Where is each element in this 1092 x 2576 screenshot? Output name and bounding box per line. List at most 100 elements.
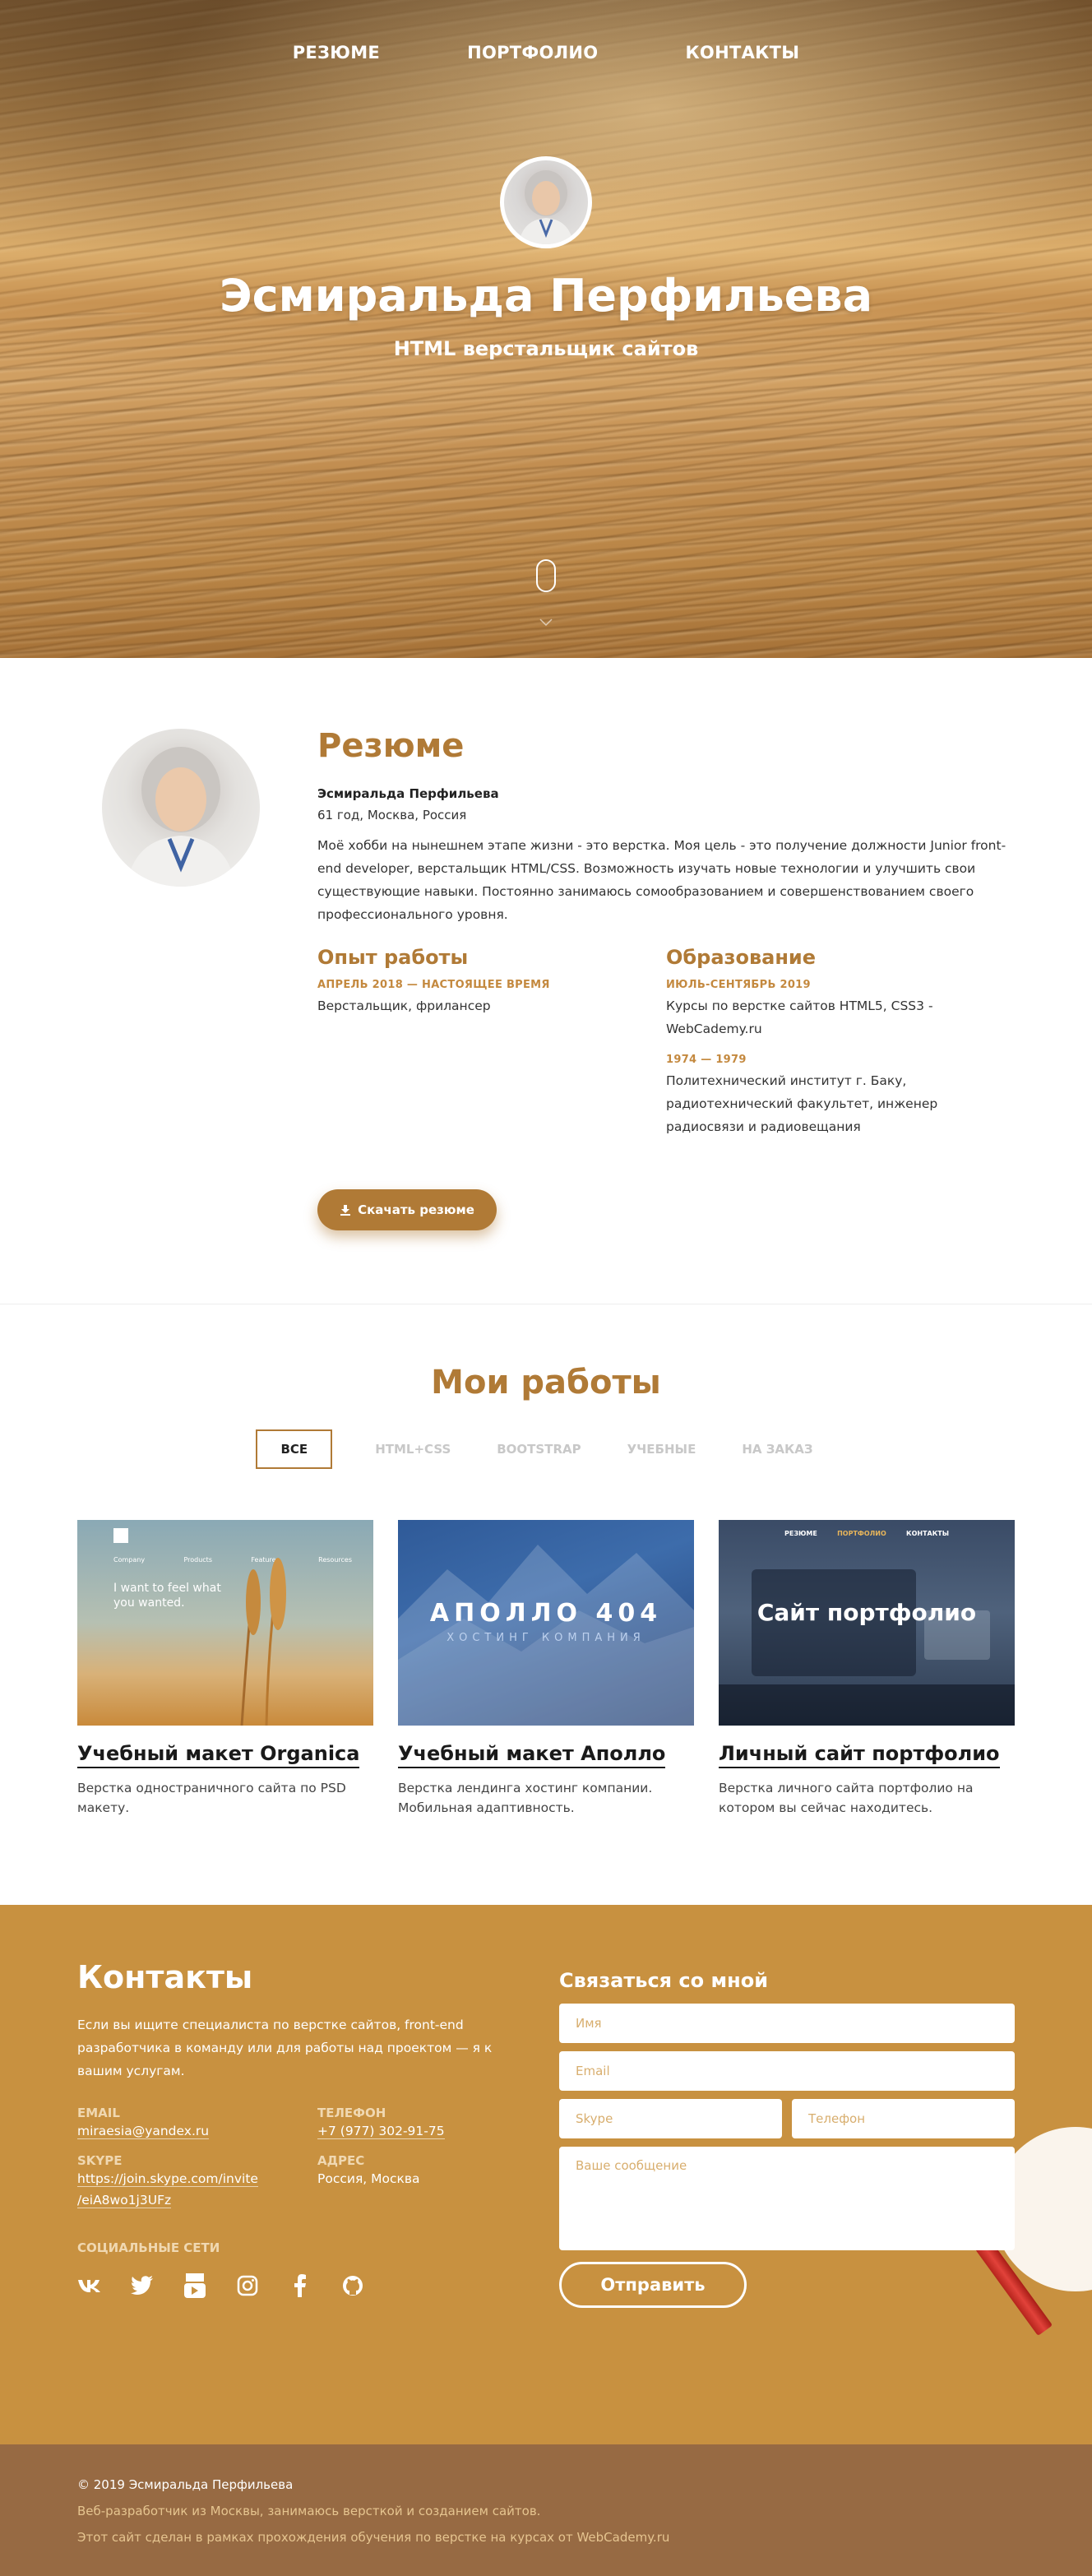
nav-link-resume[interactable]: РЕЗЮМЕ [293,43,380,63]
portfolio-section: Мои работы ВСЕ HTML+CSS BOOTSTRAP УЧЕБНЫ… [0,1304,1092,1905]
resume-section: Резюме Эсмиральда Перфильева 61 год, Мос… [0,658,1092,1304]
contacts-intro: Если вы ищите специалиста по верстке сай… [77,2018,493,2078]
filter-custom[interactable]: НА ЗАКАЗ [719,1429,835,1469]
skype-block: SKYPE https://join.skype.com/invite /eiA… [77,2153,317,2211]
hero-name: Эсмиральда Перфильева [219,270,873,322]
thumb-nav-item: Products [183,1556,212,1564]
form-title: Связаться со мной [559,1969,769,1992]
email-block: EMAIL miraesia@yandex.ru [77,2106,317,2142]
filter-bootstrap[interactable]: BOOTSTRAP [474,1429,604,1469]
social-icons [77,2273,521,2298]
education-text: Политехнический институт г. Баку, радиот… [666,1073,938,1134]
wheat-icon [240,1558,286,1726]
card-thumbnail-organica[interactable]: Company Products Features Resources I wa… [77,1520,373,1726]
contacts-title: Контакты [77,1959,253,1995]
card-title[interactable]: Учебный макет Аполло [398,1742,666,1768]
experience-period: АПРЕЛЬ 2018 — НАСТОЯЩЕЕ ВРЕМЯ [317,979,550,991]
resume-title: Резюме [317,727,465,765]
thumb-subtitle: ХОСТИНГ КОМПАНИЯ [447,1632,645,1644]
resume-photo [102,729,260,887]
portfolio-card[interactable]: РЕЗЮМЕ ПОРТФОЛИО КОНТАКТЫ Сайт портфолио… [719,1520,1015,1818]
github-icon[interactable] [340,2273,365,2298]
download-icon [340,1205,351,1216]
portfolio-filters: ВСЕ HTML+CSS BOOTSTRAP УЧЕБНЫЕ НА ЗАКАЗ [0,1429,1092,1469]
card-title[interactable]: Учебный макет Organica [77,1742,360,1768]
resume-meta: 61 год, Москва, Россия [317,808,467,822]
education-period: ИЮЛЬ-СЕНТЯБРЬ 2019 [666,979,811,991]
submit-button[interactable]: Отправить [559,2262,747,2308]
youtube-icon[interactable] [183,2273,207,2298]
contact-form: Связаться со мной Отправить [559,1969,1015,2308]
contacts-section: Контакты Если вы ищите специалиста по ве… [0,1905,1092,2444]
form-row [559,2091,1015,2138]
card-description: Верстка личного сайта портфолио на котор… [719,1781,974,1815]
thumb-title: Сайт портфолио [757,1599,977,1626]
thumb-nav-item: Company [113,1556,146,1564]
resume-columns: Опыт работы АПРЕЛЬ 2018 — НАСТОЯЩЕЕ ВРЕМ… [317,946,1015,1151]
logo-icon [113,1528,128,1543]
email-input[interactable] [559,2051,1015,2091]
skype-link[interactable]: /eiA8wo1j3UFz [77,2193,172,2208]
download-resume-label: Скачать резюме [358,1202,474,1217]
contacts-info: Контакты Если вы ищите специалиста по ве… [77,1959,521,2298]
education-title: Образование [666,946,817,969]
contacts-grid: EMAIL miraesia@yandex.ru ТЕЛЕФОН +7 (977… [77,2106,521,2211]
address-label: АДРЕС [317,2153,365,2168]
portfolio-card[interactable]: АПОЛЛО 404 ХОСТИНГ КОМПАНИЯ Учебный маке… [398,1520,694,1818]
social-label: СОЦИАЛЬНЫЕ СЕТИ [77,2240,220,2255]
phone-block: ТЕЛЕФОН +7 (977) 302-91-75 [317,2106,515,2142]
skype-link[interactable]: https://join.skype.com/invite [77,2171,258,2187]
name-input[interactable] [559,2004,1015,2043]
resume-name: Эсмиральда Перфильева [317,786,499,801]
email-label: EMAIL [77,2106,120,2120]
card-title[interactable]: Личный сайт портфолио [719,1742,1000,1768]
portfolio-card[interactable]: Company Products Features Resources I wa… [77,1520,373,1818]
card-thumbnail-apollo[interactable]: АПОЛЛО 404 ХОСТИНГ КОМПАНИЯ [398,1520,694,1726]
phone-label: ТЕЛЕФОН [317,2106,386,2120]
email-link[interactable]: miraesia@yandex.ru [77,2124,210,2139]
education-text: Курсы по верстке сайтов HTML5, CSS3 - We… [666,998,933,1036]
address-block: АДРЕС Россия, Москва [317,2153,515,2211]
instagram-icon[interactable] [235,2273,260,2298]
main-nav: РЕЗЮМЕ ПОРТФОЛИО КОНТАКТЫ [0,43,1092,63]
skype-input[interactable] [559,2099,782,2138]
download-resume-button[interactable]: Скачать резюме [317,1189,497,1230]
facebook-icon[interactable] [288,2273,312,2298]
experience-title: Опыт работы [317,946,469,969]
phone-input[interactable] [792,2099,1015,2138]
footer-line: Веб-разработчик из Москвы, занимаюсь вер… [77,2504,541,2518]
filter-educational[interactable]: УЧЕБНЫЕ [604,1429,720,1469]
footer: © 2019 Эсмиральда Перфильева Веб-разрабо… [0,2444,1092,2576]
hero-avatar [500,156,592,248]
vk-icon[interactable] [77,2273,102,2298]
thumb-nav-item: Resources [318,1556,352,1564]
nav-link-portfolio[interactable]: ПОРТФОЛИО [467,43,598,63]
card-thumbnail-portfolio[interactable]: РЕЗЮМЕ ПОРТФОЛИО КОНТАКТЫ Сайт портфолио [719,1520,1015,1726]
footer-copyright: © 2019 Эсмиральда Перфильева [77,2477,294,2492]
resume-bio: Моё хобби на нынешнем этапе жизни - это … [317,838,1006,922]
hero-section: РЕЗЮМЕ ПОРТФОЛИО КОНТАКТЫ Эсмиральда Пер… [0,0,1092,658]
nav-link-contacts[interactable]: КОНТАКТЫ [685,43,799,63]
footer-line: Этот сайт сделан в рамках прохождения об… [77,2530,670,2545]
resume-content: Резюме Эсмиральда Перфильева 61 год, Мос… [317,727,1015,1151]
skype-label: SKYPE [77,2153,123,2168]
chevron-down-icon[interactable] [539,615,553,630]
address-value: Россия, Москва [317,2171,420,2186]
filter-html-css[interactable]: HTML+CSS [352,1429,474,1469]
portrait-icon [127,747,235,887]
avatar-portrait-icon [519,170,573,244]
education-period: 1974 — 1979 [666,1054,747,1066]
filter-all[interactable]: ВСЕ [256,1429,333,1469]
card-description: Верстка лендинга хостинг компании. Мобил… [398,1781,653,1815]
portfolio-title: Мои работы [431,1364,661,1402]
twitter-icon[interactable] [130,2273,155,2298]
scroll-mouse-icon[interactable] [536,559,556,592]
thumb-headline: I want to feel what you wanted. [113,1582,221,1610]
phone-link[interactable]: +7 (977) 302-91-75 [317,2124,445,2139]
experience-column: Опыт работы АПРЕЛЬ 2018 — НАСТОЯЩЕЕ ВРЕМ… [317,946,666,1151]
education-column: Образование ИЮЛЬ-СЕНТЯБРЬ 2019 Курсы по … [666,946,1015,1151]
portfolio-cards: Company Products Features Resources I wa… [77,1520,1015,1818]
hero-role: HTML верстальщик сайтов [393,337,699,360]
experience-text: Верстальщик, фрилансер [317,998,491,1013]
message-textarea[interactable] [559,2147,1015,2250]
